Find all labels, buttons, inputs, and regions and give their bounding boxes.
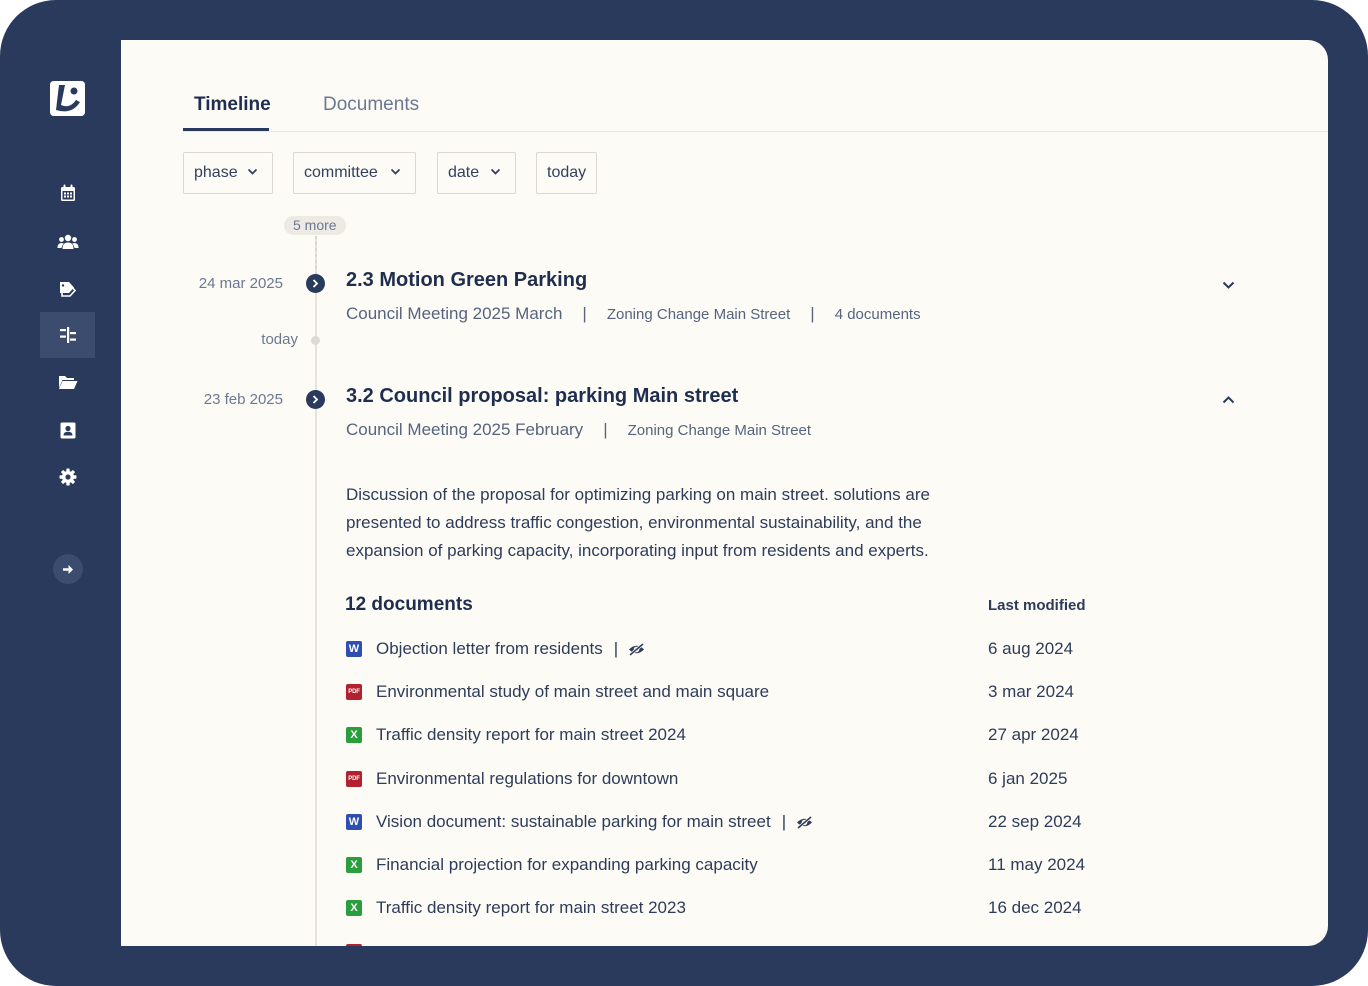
- nav-calendar[interactable]: [40, 170, 95, 216]
- pdf-file-icon: PDF: [346, 771, 362, 787]
- document-row[interactable]: X Financial projection for expanding par…: [346, 850, 1246, 880]
- chevron-right-icon: [312, 395, 319, 404]
- document-row[interactable]: W Vision document: sustainable parking f…: [346, 807, 1246, 837]
- document-modified-date: 6 jan 2025: [988, 769, 1068, 788]
- timeline-node[interactable]: [306, 274, 325, 293]
- meta-separator: |: [781, 812, 787, 831]
- entry-date: 23 feb 2025: [203, 391, 283, 408]
- document-name: Environmental regulations for downtown: [376, 769, 679, 788]
- contact-card-icon: [60, 422, 75, 438]
- document-modified-date: 3 mar 2024: [988, 682, 1074, 701]
- pdf-file-icon: [346, 944, 362, 946]
- logo-icon: [50, 81, 85, 116]
- document-modified-date: 27 apr 2024: [988, 725, 1079, 744]
- tags-icon: [59, 282, 76, 297]
- entry-description: Discussion of the proposal for optimizin…: [346, 485, 930, 560]
- document-row-partial[interactable]: [346, 936, 1246, 946]
- arrow-right-icon: [63, 564, 73, 574]
- gear-icon: [59, 468, 76, 486]
- today-marker-dot: [311, 336, 320, 345]
- more-entries-pill[interactable]: 5 more: [284, 216, 346, 235]
- phase-filter-label: phase: [194, 164, 238, 181]
- meta-separator: |: [810, 304, 815, 323]
- main-content: Timeline Documents phase committee date …: [121, 40, 1328, 946]
- entry-meeting: Council Meeting 2025 March: [346, 304, 563, 323]
- meta-separator: |: [582, 304, 587, 323]
- tab-documents[interactable]: Documents: [323, 94, 419, 116]
- timeline-node[interactable]: [306, 390, 325, 409]
- active-tab-indicator: [183, 128, 269, 131]
- calendar-icon: [60, 184, 75, 201]
- entry-title[interactable]: 2.3 Motion Green Parking: [346, 269, 587, 292]
- timeline-icon: [59, 327, 76, 343]
- word-file-icon: W: [346, 641, 362, 657]
- excel-file-icon: X: [346, 900, 362, 916]
- entry-meeting: Council Meeting 2025 February: [346, 420, 584, 439]
- chevron-right-icon: [312, 279, 319, 288]
- eye-slash-icon: [629, 642, 645, 656]
- last-modified-heading[interactable]: Last modified: [988, 597, 1086, 614]
- document-name: Vision document: sustainable parking for…: [376, 812, 771, 831]
- committee-filter-label: committee: [304, 164, 378, 181]
- excel-file-icon: X: [346, 727, 362, 743]
- word-file-icon: W: [346, 814, 362, 830]
- document-row[interactable]: X Traffic density report for main street…: [346, 893, 1246, 923]
- sidebar: [40, 40, 95, 946]
- nav-folders[interactable]: [40, 359, 95, 405]
- today-button-label: today: [547, 164, 587, 181]
- expand-sidebar-button[interactable]: [53, 554, 83, 584]
- document-row[interactable]: X Traffic density report for main street…: [346, 720, 1246, 750]
- excel-file-icon: X: [346, 857, 362, 873]
- entry-dossier[interactable]: Zoning Change Main Street: [607, 306, 790, 323]
- document-name: Traffic density report for main street 2…: [376, 725, 686, 744]
- entry-meta: Council Meeting 2025 February | Zoning C…: [346, 420, 811, 440]
- documents-heading: 12 documents: [345, 594, 473, 615]
- today-marker-label: today: [261, 331, 298, 348]
- document-name: Environmental study of main street and m…: [376, 682, 770, 701]
- entry-meta: Council Meeting 2025 March | Zoning Chan…: [346, 304, 921, 324]
- users-icon: [57, 234, 78, 249]
- nav-tags[interactable]: [40, 266, 95, 312]
- nav-contacts[interactable]: [40, 407, 95, 453]
- chevron-down-icon: [390, 168, 401, 175]
- chevron-down-icon: [1222, 281, 1235, 289]
- meta-separator: |: [603, 420, 608, 439]
- tab-bar: Timeline Documents: [183, 40, 1328, 132]
- document-modified-date: 16 dec 2024: [988, 898, 1082, 917]
- committee-filter[interactable]: committee: [293, 152, 416, 194]
- app-frame: Timeline Documents phase committee date …: [0, 0, 1368, 986]
- document-name: Traffic density report for main street 2…: [376, 898, 686, 917]
- document-row[interactable]: W Objection letter from residents | 6 au…: [346, 634, 1246, 664]
- phase-filter[interactable]: phase: [183, 152, 273, 194]
- document-name: Objection letter from residents: [376, 639, 603, 658]
- folder-open-icon: [58, 376, 77, 389]
- document-name: Financial projection for expanding parki…: [376, 855, 758, 874]
- expand-entry-toggle[interactable]: [1222, 277, 1235, 295]
- nav-users[interactable]: [40, 219, 95, 265]
- entry-title[interactable]: 3.2 Council proposal: parking Main stree…: [346, 385, 738, 408]
- date-filter[interactable]: date: [437, 152, 516, 194]
- eye-slash-icon: [797, 815, 813, 829]
- today-button[interactable]: today: [536, 152, 597, 194]
- document-modified-date: 6 aug 2024: [988, 639, 1074, 658]
- meta-separator: |: [613, 639, 619, 658]
- entry-date: 24 mar 2025: [198, 275, 283, 292]
- document-row[interactable]: PDF Environmental study of main street a…: [346, 677, 1246, 707]
- entry-document-count[interactable]: 4 documents: [835, 306, 921, 323]
- entry-dossier[interactable]: Zoning Change Main Street: [628, 422, 811, 439]
- tab-timeline[interactable]: Timeline: [194, 94, 271, 116]
- document-row[interactable]: PDF Environmental regulations for downto…: [346, 764, 1246, 794]
- timeline-line-dashed: [315, 236, 317, 276]
- pdf-file-icon: PDF: [346, 684, 362, 700]
- chevron-down-icon: [247, 168, 258, 175]
- document-modified-date: 11 may 2024: [988, 855, 1086, 874]
- nav-timeline[interactable]: [40, 312, 95, 358]
- document-modified-date: 22 sep 2024: [988, 812, 1082, 831]
- chevron-up-icon: [1222, 396, 1235, 404]
- nav-settings[interactable]: [40, 454, 95, 500]
- app-logo[interactable]: [50, 81, 85, 116]
- chevron-down-icon: [490, 168, 501, 175]
- date-filter-label: date: [448, 164, 480, 181]
- collapse-entry-toggle[interactable]: [1222, 391, 1235, 409]
